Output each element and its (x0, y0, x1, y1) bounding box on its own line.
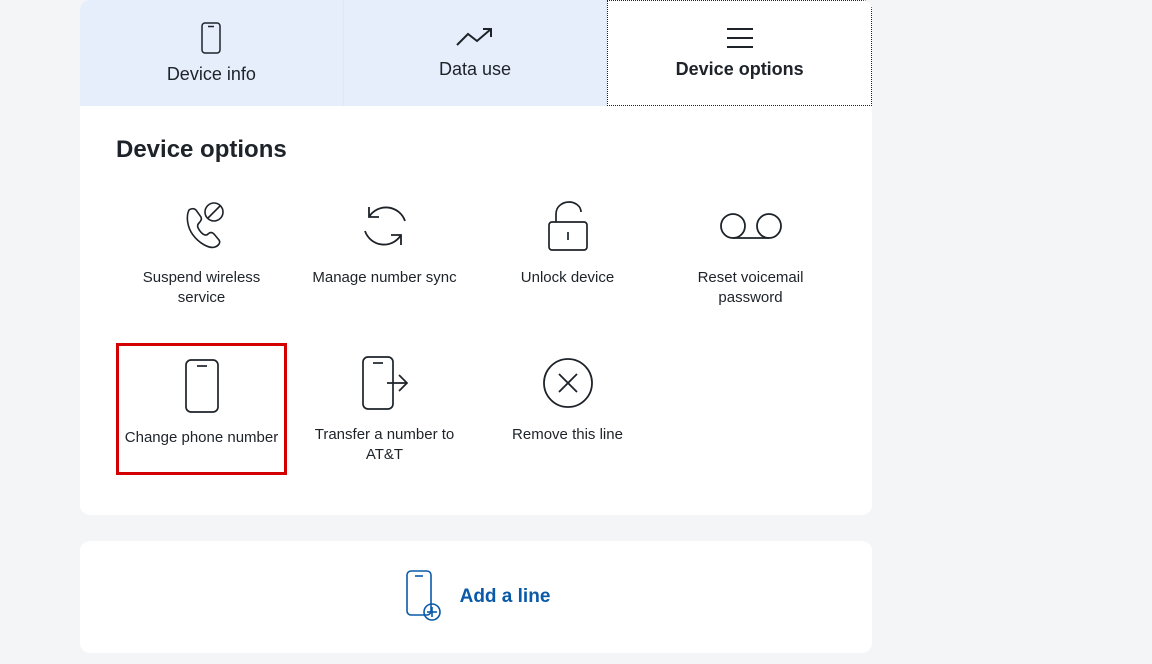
option-transfer-number[interactable]: Transfer a number to AT&T (299, 343, 470, 476)
tab-device-info[interactable]: Device info (80, 0, 344, 106)
phone-transfer-icon (357, 351, 413, 415)
trend-up-icon (455, 27, 495, 49)
option-label: Reset voicemail password (669, 268, 832, 309)
tabs-bar: Device info Data use (80, 0, 872, 106)
tab-label: Data use (439, 59, 511, 80)
option-label: Remove this line (512, 425, 623, 445)
phone-icon (201, 22, 221, 54)
option-remove-line[interactable]: Remove this line (482, 343, 653, 476)
option-suspend-wireless[interactable]: Suspend wireless service (116, 186, 287, 319)
tab-label: Device options (676, 59, 804, 80)
phone-device-icon (182, 354, 222, 418)
option-label: Transfer a number to AT&T (303, 425, 466, 466)
voicemail-icon (718, 194, 784, 258)
option-change-phone-number[interactable]: Change phone number (116, 343, 287, 476)
menu-icon (725, 27, 755, 49)
option-label: Change phone number (125, 428, 278, 448)
phone-block-icon (174, 194, 230, 258)
option-manage-number-sync[interactable]: Manage number sync (299, 186, 470, 319)
phone-add-icon (402, 568, 442, 627)
add-line-label: Add a line (460, 586, 551, 608)
option-reset-voicemail[interactable]: Reset voicemail password (665, 186, 836, 319)
tab-data-use[interactable]: Data use (344, 0, 608, 106)
sync-icon (356, 194, 414, 258)
remove-circle-icon (541, 351, 595, 415)
tab-device-options[interactable]: Device options (607, 0, 872, 106)
device-options-panel: Device options Suspend wireless service (80, 106, 872, 515)
panel-title: Device options (116, 136, 836, 164)
option-label: Suspend wireless service (120, 268, 283, 309)
add-a-line-button[interactable]: Add a line (80, 541, 872, 653)
options-grid: Suspend wireless service Manage number s… (116, 186, 836, 475)
option-unlock-device[interactable]: Unlock device (482, 186, 653, 319)
tab-label: Device info (167, 64, 256, 85)
unlock-icon (541, 194, 595, 258)
option-label: Manage number sync (312, 268, 456, 288)
device-card: Device info Data use (80, 0, 872, 515)
option-label: Unlock device (521, 268, 614, 288)
